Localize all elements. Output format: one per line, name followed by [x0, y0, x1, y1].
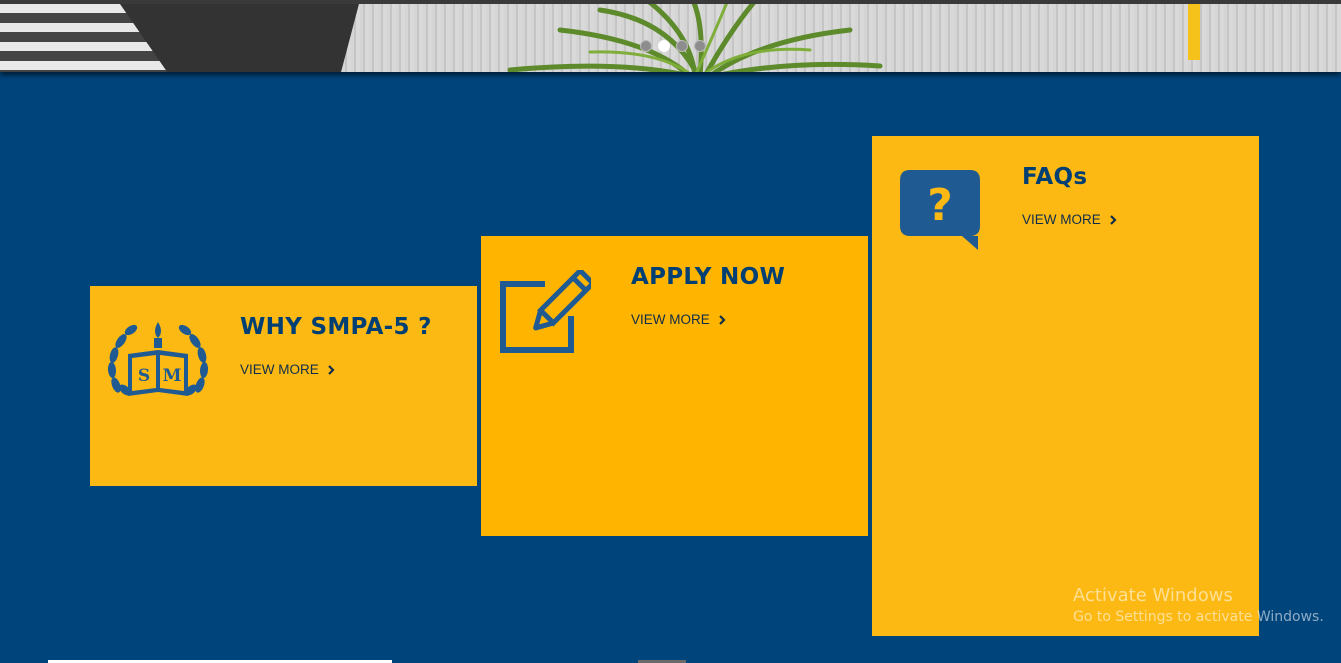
view-more-label: VIEW MORE — [631, 312, 710, 327]
svg-text:?: ? — [927, 180, 953, 231]
slider-dot[interactable] — [640, 40, 652, 52]
hero-slider — [0, 0, 1341, 72]
school-crest-icon: S M — [107, 322, 209, 396]
chevron-right-icon — [1109, 214, 1117, 225]
view-more-link[interactable]: VIEW MORE — [240, 362, 337, 377]
view-more-label: VIEW MORE — [240, 362, 319, 377]
crest-letter-s: S — [138, 366, 150, 386]
crest-letter-m: M — [163, 366, 182, 386]
view-more-label: VIEW MORE — [1022, 212, 1101, 227]
card-title: APPLY NOW — [631, 264, 786, 290]
card-apply-now[interactable]: APPLY NOW VIEW MORE — [481, 236, 868, 536]
plant-image — [507, 4, 883, 72]
question-bubble-icon: ? — [900, 170, 980, 250]
view-more-link[interactable]: VIEW MORE — [1022, 212, 1119, 227]
activate-windows-title: Activate Windows — [1073, 585, 1233, 606]
edit-pencil-icon — [500, 270, 591, 353]
card-faqs[interactable]: ? FAQs VIEW MORE — [872, 136, 1259, 636]
activate-windows-subtitle: Go to Settings to activate Windows. — [1073, 609, 1324, 625]
card-title: FAQs — [1022, 164, 1088, 190]
view-more-link[interactable]: VIEW MORE — [631, 312, 728, 327]
slider-dots — [640, 40, 706, 52]
card-title: WHY SMPA-5 ? — [240, 314, 432, 340]
chevron-right-icon — [718, 314, 726, 325]
chevron-right-icon — [327, 364, 335, 375]
banner-yellow-bar — [1188, 4, 1200, 60]
slider-dot[interactable] — [694, 40, 706, 52]
slider-dot-active[interactable] — [658, 40, 670, 52]
slider-dot[interactable] — [676, 40, 688, 52]
card-why-smpa[interactable]: S M WHY SMPA-5 ? VIEW MORE — [90, 286, 477, 486]
